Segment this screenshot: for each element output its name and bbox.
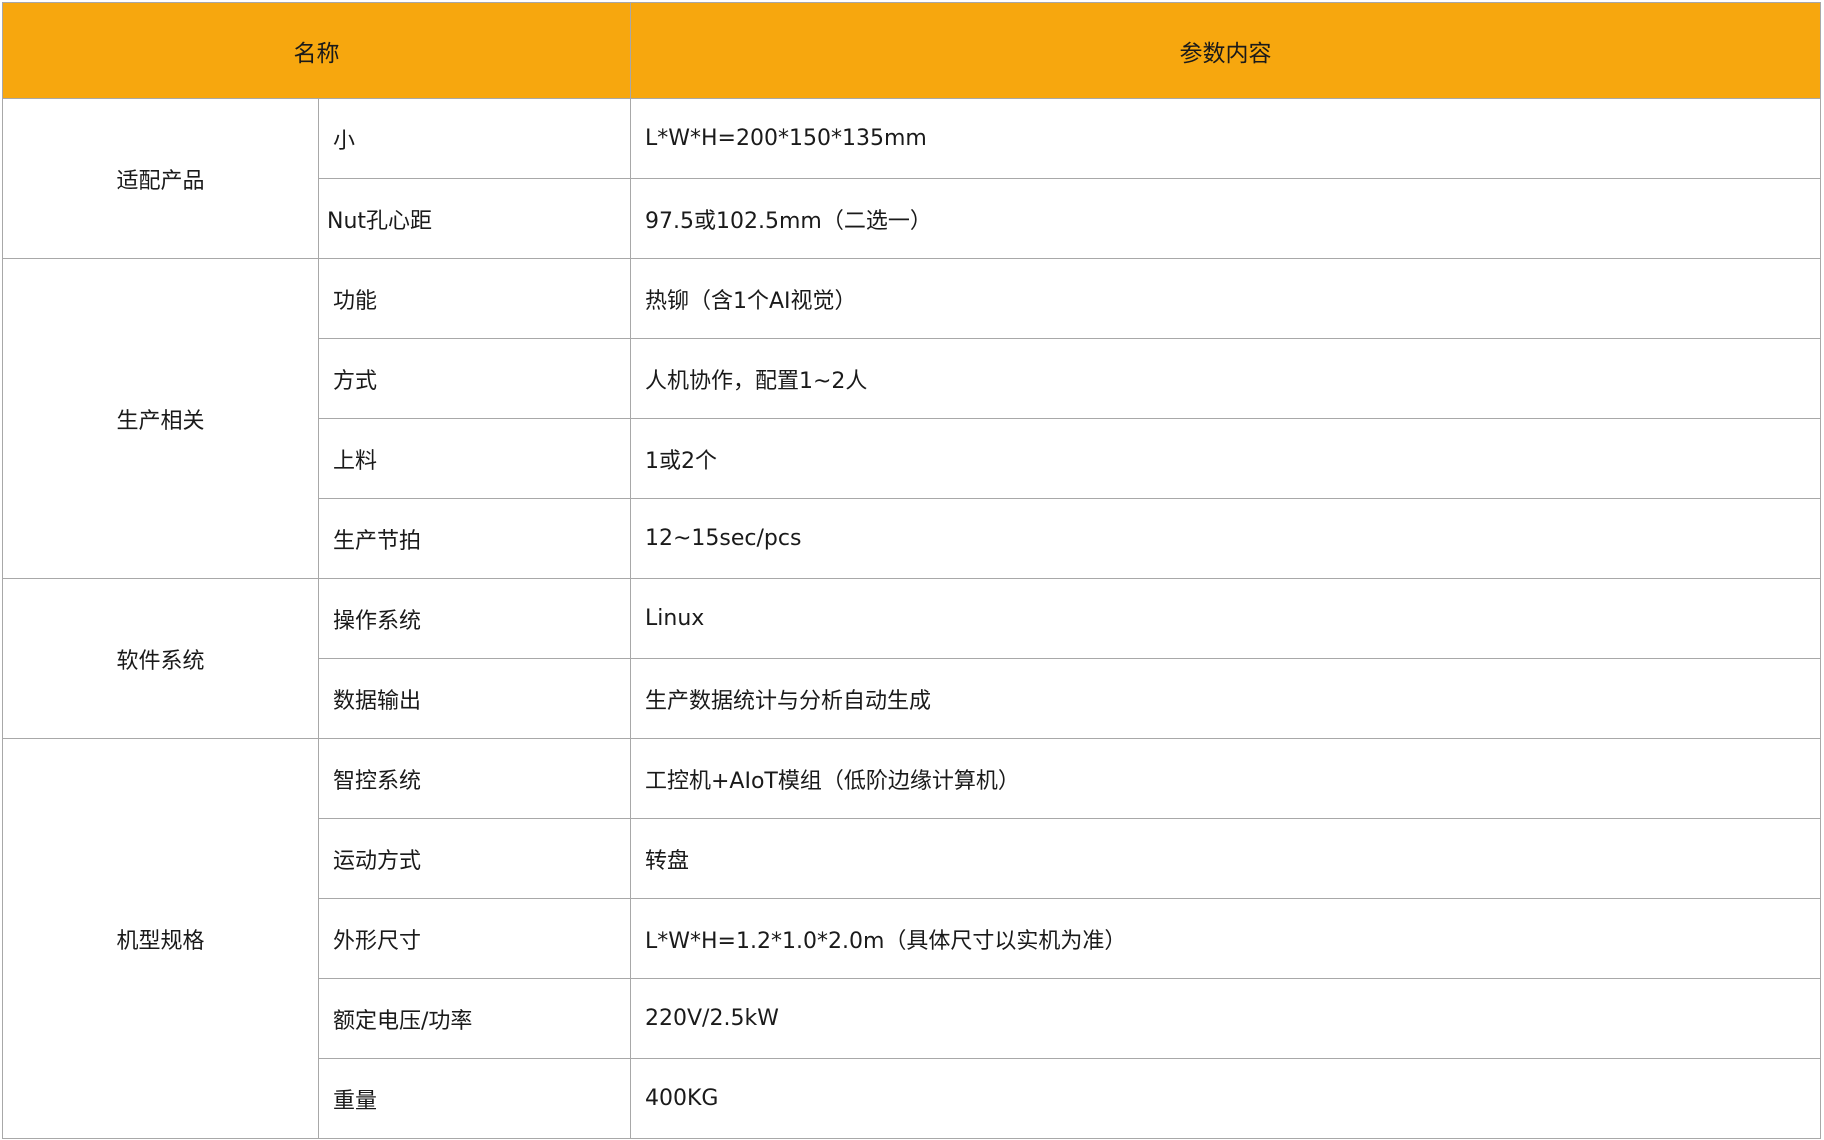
table-row: 机型规格 智控系统 工控机+AIoT模组（低阶边缘计算机） bbox=[2, 738, 1821, 1139]
item-value: 人机协作，配置1~2人 bbox=[630, 338, 1821, 419]
item-label: 上料 bbox=[318, 418, 631, 499]
item-value: Linux bbox=[630, 578, 1821, 659]
table-header-row: 名称 参数内容 bbox=[2, 2, 1821, 99]
item-value: 97.5或102.5mm（二选一） bbox=[630, 178, 1821, 259]
group-label: 生产相关 bbox=[2, 258, 319, 579]
item-value: 转盘 bbox=[630, 818, 1821, 899]
item-label: 智控系统 bbox=[318, 738, 631, 819]
header-name: 名称 bbox=[2, 2, 631, 99]
item-label: 额定电压/功率 bbox=[318, 978, 631, 1059]
item-value: 220V/2.5kW bbox=[630, 978, 1821, 1059]
item-value: 工控机+AIoT模组（低阶边缘计算机） bbox=[630, 738, 1821, 819]
spec-table: 名称 参数内容 适配产品 小 L*W*H=200*150*135mm Nut孔心… bbox=[2, 2, 1821, 1139]
group-label: 适配产品 bbox=[2, 98, 319, 259]
item-label: 操作系统 bbox=[318, 578, 631, 659]
item-label: 运动方式 bbox=[318, 818, 631, 899]
item-label: 数据输出 bbox=[318, 658, 631, 739]
table-row: 生产相关 功能 热铆（含1个AI视觉） bbox=[2, 258, 1821, 579]
item-value: 12~15sec/pcs bbox=[630, 498, 1821, 579]
item-label: 功能 bbox=[318, 258, 631, 339]
item-label: 生产节拍 bbox=[318, 498, 631, 579]
item-label: Nut孔心距 bbox=[318, 178, 631, 259]
item-label: 重量 bbox=[318, 1058, 631, 1139]
item-value: 热铆（含1个AI视觉） bbox=[630, 258, 1821, 339]
header-content: 参数内容 bbox=[630, 2, 1821, 99]
table-row: 软件系统 操作系统 Linux bbox=[2, 578, 1821, 739]
item-value: 400KG bbox=[630, 1058, 1821, 1139]
group-label: 机型规格 bbox=[2, 738, 319, 1139]
item-label: 方式 bbox=[318, 338, 631, 419]
item-label: 外形尺寸 bbox=[318, 898, 631, 979]
item-value: L*W*H=1.2*1.0*2.0m（具体尺寸以实机为准） bbox=[630, 898, 1821, 979]
item-label: 小 bbox=[318, 98, 631, 179]
group-label: 软件系统 bbox=[2, 578, 319, 739]
table-row: 适配产品 小 L*W*H=200*150*135mm bbox=[2, 98, 1821, 259]
item-value: L*W*H=200*150*135mm bbox=[630, 98, 1821, 179]
item-value: 生产数据统计与分析自动生成 bbox=[630, 658, 1821, 739]
item-value: 1或2个 bbox=[630, 418, 1821, 499]
